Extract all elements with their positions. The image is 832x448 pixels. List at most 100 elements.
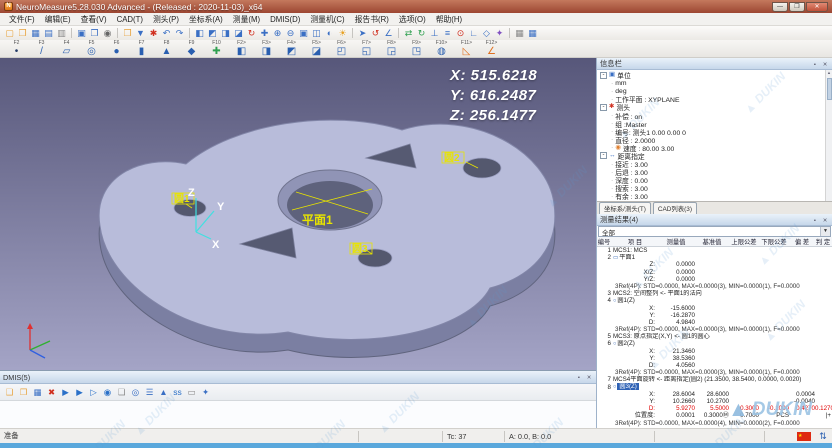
dmis-check-icon[interactable]: ▲ xyxy=(157,386,170,398)
expander-icon[interactable]: - xyxy=(600,72,607,79)
wireframe-icon[interactable]: ◫ xyxy=(310,27,323,39)
angle-measure-icon[interactable]: ∠ xyxy=(382,27,395,39)
dmis-find-icon[interactable]: ◎ xyxy=(129,386,142,398)
result-row[interactable]: 3Ref(4P): STD=0.0000, MAX=0.0000(3), MIN… xyxy=(597,283,832,290)
tree-item[interactable]: ·mm xyxy=(597,79,832,87)
maximize-button[interactable]: ❐ xyxy=(789,2,805,12)
result-row[interactable]: D:4.9840 xyxy=(597,319,832,326)
info-tree-scrollbar[interactable]: ▲ xyxy=(825,70,832,201)
view-top-icon[interactable]: ◩ xyxy=(206,27,219,39)
tree-item[interactable]: -▣单位 xyxy=(597,71,832,79)
close-button[interactable]: ✕ xyxy=(806,2,828,12)
construct-plane-button[interactable]: F4>◩ xyxy=(279,40,304,57)
dmis-run-icon[interactable]: ▶ xyxy=(59,386,72,398)
construct-line-button[interactable]: F3>◨ xyxy=(254,40,279,57)
camera-icon[interactable]: ◉ xyxy=(101,27,114,39)
result-row[interactable]: X:21.3460 xyxy=(597,348,832,355)
minimize-button[interactable]: — xyxy=(772,2,788,12)
zoom-fit-icon[interactable]: ▣ xyxy=(297,27,310,39)
close-icon[interactable]: ✕ xyxy=(821,60,829,68)
close-icon[interactable]: ✕ xyxy=(585,373,593,381)
cs-align-icon[interactable]: ⊥ xyxy=(428,27,441,39)
measure-line-button[interactable]: F3/ xyxy=(29,40,54,57)
select-icon[interactable]: ➤ xyxy=(356,27,369,39)
import-icon[interactable]: ❒ xyxy=(121,27,134,39)
dmis-page-icon[interactable]: ❏ xyxy=(115,386,128,398)
menu-report[interactable]: 报告书(R) xyxy=(350,14,394,25)
view-pan-icon[interactable]: ✚ xyxy=(258,27,271,39)
cs-rotate-icon[interactable]: ↻ xyxy=(415,27,428,39)
menu-cad[interactable]: CAD(T) xyxy=(112,15,148,24)
results-filter-combobox[interactable]: 全部 ▼ xyxy=(598,226,831,237)
result-row[interactable]: X:28.600428.60000.0004 xyxy=(597,391,832,398)
result-row[interactable]: 位置度:0.00010.3000Ⓜ0.7000PCS|+ xyxy=(597,412,832,419)
view-front-icon[interactable]: ◨ xyxy=(219,27,232,39)
menu-measure[interactable]: 测量(M) xyxy=(228,14,265,25)
result-row[interactable]: D:4.0560 xyxy=(597,362,832,369)
view-iso-icon[interactable]: ◧ xyxy=(193,27,206,39)
dmis-step-icon[interactable]: ▷ xyxy=(87,386,100,398)
undo-icon[interactable]: ↶ xyxy=(160,27,173,39)
redo-icon[interactable]: ↷ xyxy=(173,27,186,39)
cs-axis-icon[interactable]: ∟ xyxy=(467,27,480,39)
menu-file[interactable]: 文件(F) xyxy=(4,14,40,25)
pin-icon[interactable]: ▪ xyxy=(811,216,819,224)
zoom-out-icon[interactable]: ⊖ xyxy=(284,27,297,39)
result-row[interactable]: 6○圆2(Z) xyxy=(597,340,832,347)
capture-icon[interactable]: ▣ xyxy=(75,27,88,39)
measure-circle-button[interactable]: F5◎ xyxy=(79,40,104,57)
result-row[interactable]: X/Z:0.0000 xyxy=(597,269,832,276)
construct-cone-button[interactable]: F8>◲ xyxy=(379,40,404,57)
result-row[interactable]: Z:0.0000 xyxy=(597,261,832,268)
cs-level-icon[interactable]: ≡ xyxy=(441,27,454,39)
menu-coordinate-system[interactable]: 坐标系(A) xyxy=(184,14,228,25)
menu-options[interactable]: 选项(O) xyxy=(394,14,431,25)
construct-curve-button[interactable]: F9>◳ xyxy=(404,40,429,57)
save-all-icon[interactable]: ▤ xyxy=(42,27,55,39)
print-icon[interactable]: ▥ xyxy=(55,27,68,39)
chevron-down-icon[interactable]: ▼ xyxy=(820,227,830,236)
result-row[interactable]: X:-15.6000 xyxy=(597,305,832,312)
measure-plane-button[interactable]: F4▱ xyxy=(54,40,79,57)
new-icon[interactable]: ▢ xyxy=(3,27,16,39)
menu-view[interactable]: 查看(V) xyxy=(76,14,112,25)
result-row[interactable]: 3Ref(4P): STD=0.0000, MAX=0.0000(3), MIN… xyxy=(597,326,832,333)
expander-icon[interactable]: - xyxy=(600,104,607,111)
dmis-window-icon[interactable]: ▭ xyxy=(185,386,198,398)
result-row[interactable]: Y:10.266010.2700-0.0040 xyxy=(597,398,832,405)
favorite-icon[interactable]: ✱ xyxy=(147,27,160,39)
shaded-view-icon[interactable]: ◐ xyxy=(323,27,336,39)
result-row[interactable]: 4○圆1(Z) xyxy=(597,297,832,304)
menu-cmm-machine[interactable]: 测量机(C) xyxy=(305,14,349,25)
menu-edit[interactable]: 编辑(E) xyxy=(40,14,76,25)
menu-probe[interactable]: 测头(P) xyxy=(148,14,184,25)
grid-icon[interactable]: ▦ xyxy=(513,27,526,39)
tab-coordinate-probe[interactable]: 坐标系/测头(T) xyxy=(599,202,651,214)
dmis-ss-icon[interactable]: ss xyxy=(171,386,184,398)
light-icon[interactable]: ☀ xyxy=(336,27,349,39)
measure-sphere-button[interactable]: F6● xyxy=(104,40,129,57)
dmis-save-icon[interactable]: ▦ xyxy=(31,386,44,398)
result-row[interactable]: 3Ref(4P): STD=0.0000, MAX=0.0000(3), MIN… xyxy=(597,369,832,376)
measure-angle-button[interactable]: F12>∠ xyxy=(479,40,504,57)
cs-translate-icon[interactable]: ⇄ xyxy=(402,27,415,39)
pin-icon[interactable]: ▪ xyxy=(811,60,819,68)
view-side-icon[interactable]: ◪ xyxy=(232,27,245,39)
construct-cylinder-button[interactable]: F7>◱ xyxy=(354,40,379,57)
measure-coordinate-button[interactable]: F10✚ xyxy=(204,40,229,57)
dmis-open-icon[interactable]: ❒ xyxy=(17,386,30,398)
construct-circle-button[interactable]: F5>◪ xyxy=(304,40,329,57)
tree-item[interactable]: ·有余 : 3.00 xyxy=(597,192,832,200)
copy-icon[interactable]: ❐ xyxy=(88,27,101,39)
dmis-pause-icon[interactable]: ◉ xyxy=(101,386,114,398)
scrollbar-thumb[interactable] xyxy=(827,78,832,100)
menu-dmis[interactable]: DMIS(D) xyxy=(265,15,305,24)
zoom-in-icon[interactable]: ⊕ xyxy=(271,27,284,39)
expander-icon[interactable]: - xyxy=(600,152,607,159)
open-icon[interactable]: ❒ xyxy=(16,27,29,39)
close-icon[interactable]: ✕ xyxy=(821,216,829,224)
result-row[interactable]: Y/Z:0.0000 xyxy=(597,276,832,283)
pin-icon[interactable]: ▪ xyxy=(575,373,583,381)
dmis-run-from-icon[interactable]: ▶ xyxy=(73,386,86,398)
result-row[interactable]: 2▭平面1 xyxy=(597,254,832,261)
